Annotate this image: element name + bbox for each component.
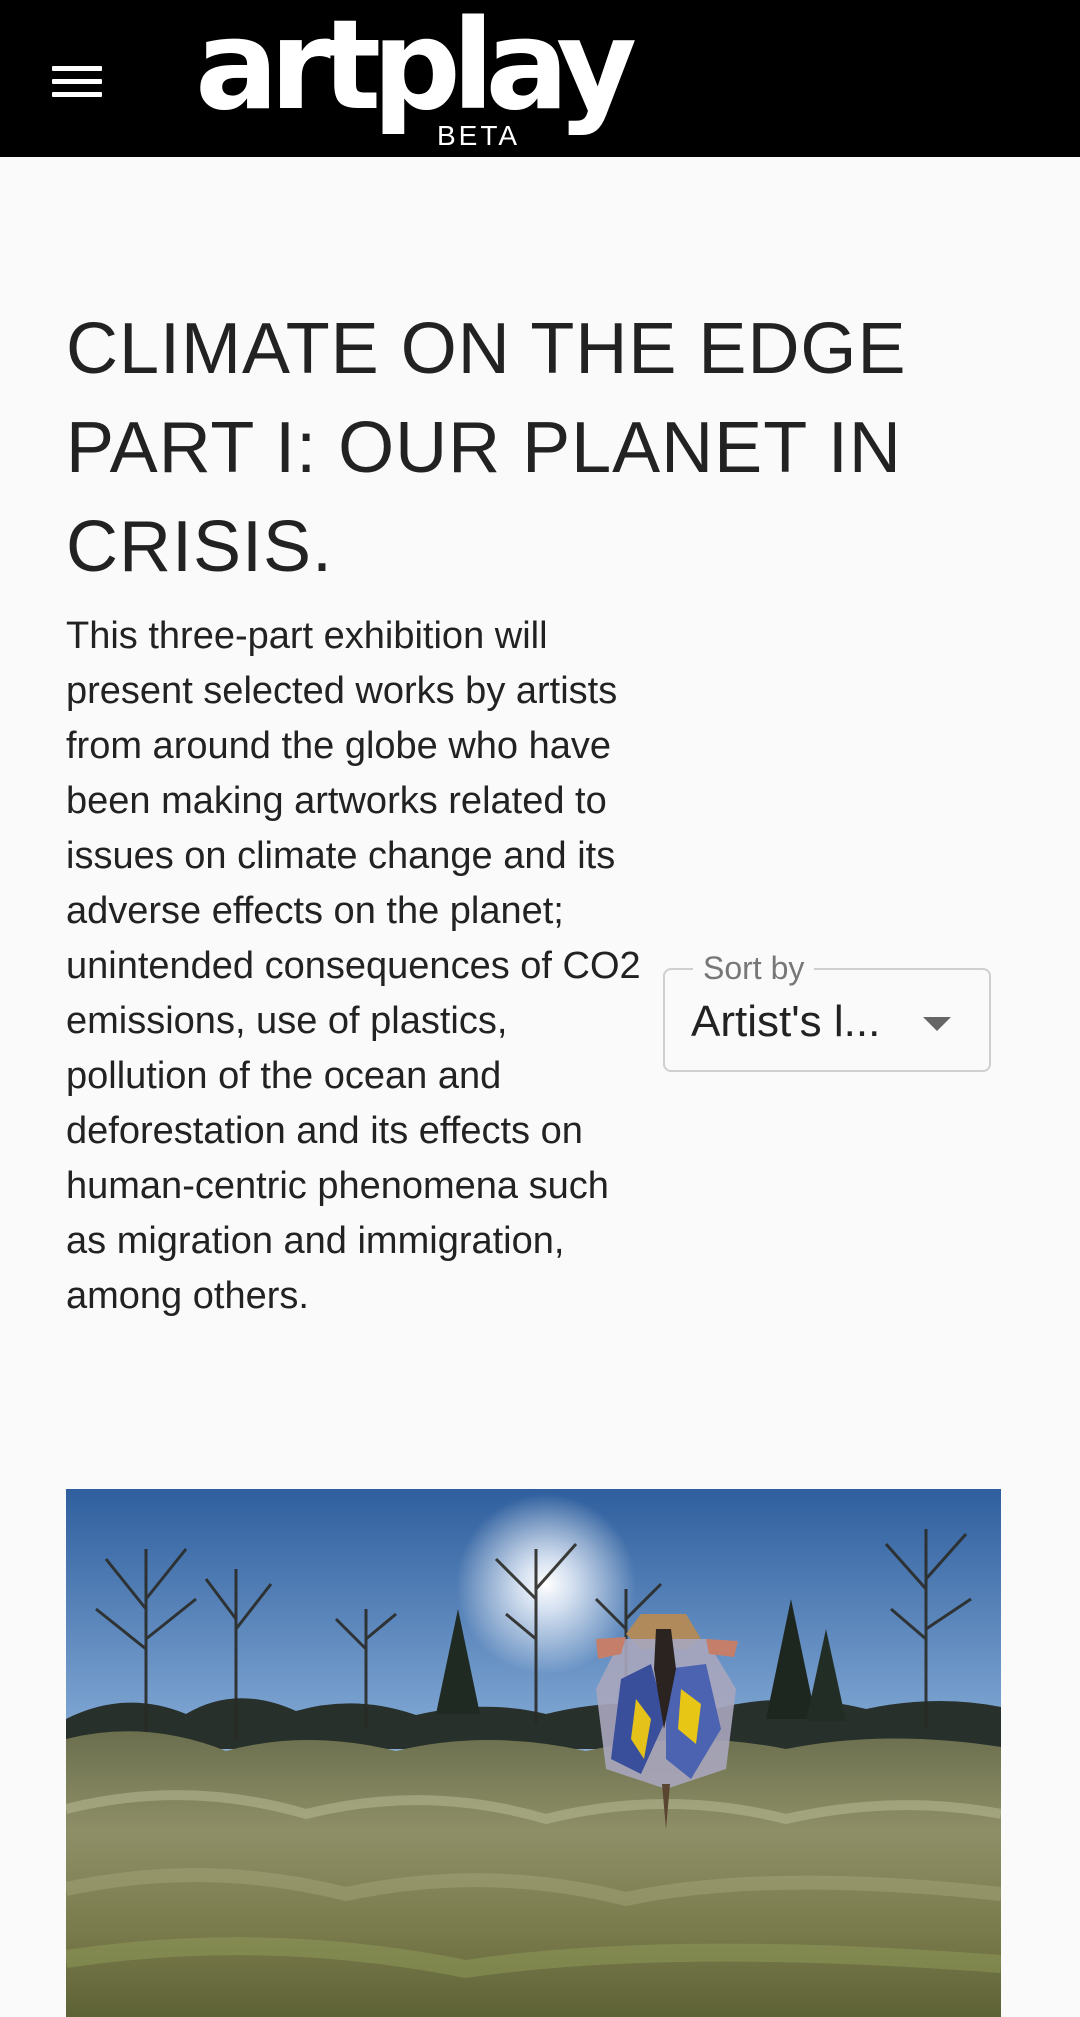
beta-badge: BETA (437, 120, 521, 151)
exhibition-title: CLIMATE ON THE EDGE PART I: OUR PLANET I… (66, 309, 907, 587)
sort-by-select[interactable]: Sort by Artist's l... (663, 948, 991, 1072)
exhibition-description: This three-part exhibition will present … (66, 615, 641, 1317)
logo-wordmark: artplay (195, 0, 637, 138)
top-app-bar: artplay BETA (0, 0, 1080, 157)
sort-by-label: Sort by (693, 948, 815, 988)
hamburger-menu-icon[interactable] (40, 54, 114, 108)
artwork-image[interactable] (66, 1489, 1001, 2017)
caret-down-icon (923, 1017, 951, 1031)
sort-by-value: Artist's l... (691, 998, 881, 1046)
artplay-logo[interactable]: artplay BETA (195, 4, 637, 154)
